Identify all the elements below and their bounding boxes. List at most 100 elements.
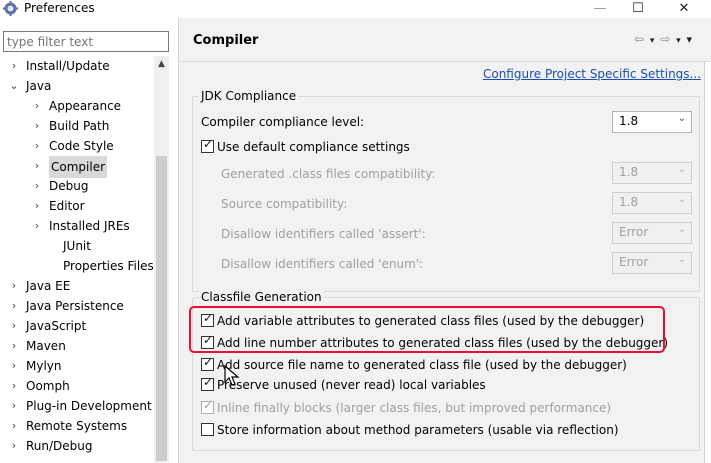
classfile-option-checkbox[interactable] xyxy=(201,355,214,371)
tree-item[interactable]: › Run/Debug xyxy=(0,436,154,456)
chevron-down-icon: ⌄ xyxy=(677,164,686,175)
compiler-settings-panel: Configure Project Specific Settings... J… xyxy=(179,62,711,463)
tree-item[interactable]: › Java EE xyxy=(0,276,154,296)
tree-item[interactable]: › Editor xyxy=(0,196,154,216)
use-default-compliance-label: Use default compliance settings xyxy=(217,140,410,154)
compliance-level-select[interactable]: 1.8 ⌄ xyxy=(612,111,692,133)
maximize-button[interactable]: ☐ xyxy=(620,0,656,18)
tree-item-label: Mylyn xyxy=(26,359,62,373)
collapsed-chevron-icon[interactable]: › xyxy=(32,96,42,116)
tree-item-label: Oomph xyxy=(26,379,70,393)
tree-item-label: Java Persistence xyxy=(26,299,124,313)
generated-compat-value: 1.8 xyxy=(619,165,639,179)
tree-item[interactable]: Properties Files Ed xyxy=(0,256,154,276)
tree-item[interactable]: JUnit xyxy=(0,236,154,256)
back-icon[interactable]: ⇦ xyxy=(634,32,645,46)
tree-item[interactable]: › Build Path xyxy=(0,116,154,136)
classfile-option[interactable]: Preserve unused (never read) local varia… xyxy=(201,375,486,392)
collapsed-chevron-icon[interactable]: › xyxy=(32,176,42,196)
collapsed-chevron-icon[interactable]: › xyxy=(9,376,19,396)
collapsed-chevron-icon[interactable]: › xyxy=(9,336,19,356)
tree-item[interactable]: › Installed JREs xyxy=(0,216,154,236)
source-compat-select: 1.8 ⌄ xyxy=(612,192,692,214)
collapsed-chevron-icon[interactable]: › xyxy=(32,136,42,156)
view-menu-icon[interactable]: ▾ xyxy=(686,33,693,46)
source-compat-label: Source compatibility: xyxy=(221,197,348,211)
assert-identifier-select: Error ⌄ xyxy=(612,222,692,244)
classfile-option-checkbox[interactable] xyxy=(201,375,214,391)
tree-item[interactable]: › Remote Systems xyxy=(0,416,154,436)
forward-icon[interactable]: ⇨ xyxy=(660,32,671,46)
collapsed-chevron-icon[interactable]: › xyxy=(32,196,42,216)
chevron-down-icon: ⌄ xyxy=(677,113,686,124)
collapsed-chevron-icon[interactable]: › xyxy=(9,296,19,316)
tree-item-label: Compiler xyxy=(49,156,108,178)
collapsed-chevron-icon[interactable]: › xyxy=(9,436,19,456)
tree-item-label: Editor xyxy=(49,199,85,213)
assert-identifier-label: Disallow identifiers called 'assert': xyxy=(221,227,426,241)
chevron-down-icon: ⌄ xyxy=(677,194,686,205)
tree-item[interactable]: › Oomph xyxy=(0,376,154,396)
scroll-up-icon[interactable]: ▲ xyxy=(154,56,169,72)
preferences-app-icon xyxy=(3,1,18,16)
source-compat-value: 1.8 xyxy=(619,195,639,209)
annotation-highlight-box xyxy=(189,306,665,353)
collapsed-chevron-icon[interactable]: › xyxy=(9,316,19,336)
enum-identifier-label: Disallow identifiers called 'enum': xyxy=(221,257,424,271)
compliance-level-value: 1.8 xyxy=(619,114,639,128)
collapsed-chevron-icon[interactable]: › xyxy=(9,416,19,436)
use-default-compliance-option[interactable]: Use default compliance settings xyxy=(201,137,410,154)
classfile-option[interactable]: Add source file name to generated class … xyxy=(201,355,627,372)
tree-item-label: Remote Systems xyxy=(26,419,128,433)
generated-compat-select: 1.8 ⌄ xyxy=(612,162,692,184)
tree-item[interactable]: › Java Persistence xyxy=(0,296,154,316)
classfile-option-checkbox[interactable] xyxy=(201,423,214,436)
tree-item[interactable]: › Appearance xyxy=(0,96,154,116)
tree-item-label: Maven xyxy=(26,339,66,353)
generated-compat-label: Generated .class files compatibility: xyxy=(221,167,436,181)
tree-item[interactable]: › Maven xyxy=(0,336,154,356)
tree-item[interactable]: › JavaScript xyxy=(0,316,154,336)
mouse-pointer-icon xyxy=(224,365,240,386)
collapsed-chevron-icon[interactable]: › xyxy=(9,356,19,376)
collapsed-chevron-icon[interactable]: › xyxy=(32,216,42,236)
window-title: Preferences xyxy=(24,1,95,15)
forward-dropdown-icon[interactable]: ▾ xyxy=(676,36,682,46)
minimize-button[interactable]: — xyxy=(582,0,618,18)
tree-item[interactable]: › Compiler xyxy=(0,156,154,178)
tree-item[interactable]: › Install/Update xyxy=(0,56,154,76)
tree-item[interactable]: › Debug xyxy=(0,176,154,196)
assert-identifier-value: Error xyxy=(619,225,649,239)
tree-item-label: Debug xyxy=(49,179,89,193)
tree-item[interactable]: › Plug-in Development xyxy=(0,396,154,416)
collapsed-chevron-icon[interactable]: › xyxy=(9,56,19,76)
collapsed-chevron-icon[interactable]: › xyxy=(9,276,19,296)
tree-scrollbar[interactable]: ▲ xyxy=(154,56,169,463)
tree-item[interactable]: › Mylyn xyxy=(0,356,154,376)
compliance-level-label: Compiler compliance level: xyxy=(201,115,365,129)
collapsed-chevron-icon[interactable]: › xyxy=(9,396,19,416)
tree-item[interactable]: ⌄ Java xyxy=(0,76,154,96)
classfile-generation-legend: Classfile Generation xyxy=(199,290,324,304)
jdk-compliance-legend: JDK Compliance xyxy=(199,89,299,103)
tree-item[interactable]: › Code Style xyxy=(0,136,154,156)
configure-project-settings-link[interactable]: Configure Project Specific Settings... xyxy=(483,67,701,81)
expanded-chevron-icon[interactable]: ⌄ xyxy=(9,76,19,96)
classfile-option-label: Preserve unused (never read) local varia… xyxy=(217,378,486,392)
collapsed-chevron-icon[interactable]: › xyxy=(32,156,42,176)
classfile-option[interactable]: Store information about method parameter… xyxy=(201,423,619,437)
back-dropdown-icon[interactable]: ▾ xyxy=(650,36,656,46)
title-bar: Preferences — ☐ ✕ xyxy=(0,0,711,18)
scroll-thumb[interactable] xyxy=(156,156,167,461)
tree-item-label: JavaScript xyxy=(26,319,87,333)
classfile-option: Inline finally blocks (larger class file… xyxy=(201,398,611,415)
filter-input[interactable] xyxy=(3,31,169,52)
tree-item-label: Plug-in Development xyxy=(26,399,152,413)
tree-item-label: Code Style xyxy=(49,139,114,153)
use-default-compliance-checkbox[interactable] xyxy=(201,137,214,153)
tree-item-label: Properties Files Ed xyxy=(63,259,154,273)
chevron-down-icon: ⌄ xyxy=(677,224,686,235)
close-button[interactable]: ✕ xyxy=(666,0,702,18)
collapsed-chevron-icon[interactable]: › xyxy=(32,116,42,136)
preference-tree: › Install/Update ⌄ Java › Appearance › Build Pa… xyxy=(0,56,154,463)
